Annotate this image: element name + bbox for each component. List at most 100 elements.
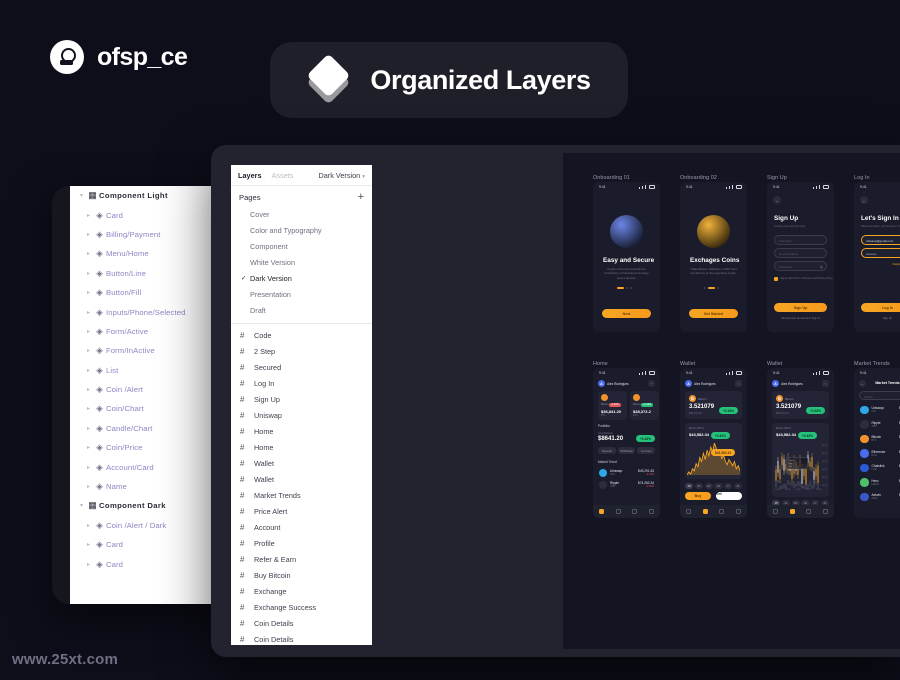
phone-mockup-onboarding[interactable]: 9:41 Exchages Coins Trade Bitcoin, Ethereu… [680, 182, 747, 332]
search-input[interactable]: Search⌕ [859, 391, 900, 400]
market-row-0[interactable]: UniswapUNI$43,291.53-1.72% [856, 404, 900, 416]
nav-chart-icon[interactable] [790, 509, 795, 514]
light-layer-row[interactable]: ▸ ◈ Coin /Alert / Dark [70, 516, 230, 535]
notification-icon[interactable]: ◔ [648, 380, 655, 387]
market-row-4[interactable]: ChainlinkLINK$43,221.67-1.94% [856, 462, 900, 474]
scan-icon[interactable]: ⌁ [735, 380, 742, 387]
disclosure-caret-icon[interactable]: ▸ [84, 367, 93, 374]
light-layer-row[interactable]: ▸ ◈ Coin/Chart [70, 399, 230, 418]
light-layer-row[interactable]: ▸ ◈ Form/Active [70, 322, 230, 341]
disclosure-caret-icon[interactable]: ▸ [84, 425, 93, 432]
bottom-nav[interactable] [680, 505, 747, 518]
range-chip-1M[interactable]: 1M [714, 483, 722, 489]
page-item-2[interactable]: Component [231, 238, 372, 254]
primary-button[interactable]: Log In [861, 303, 900, 312]
disclosure-caret-icon[interactable]: ▾ [77, 192, 86, 199]
version-selector[interactable]: Dark Version ▾ [318, 171, 365, 180]
input-field-1[interactable]: Email Address [774, 248, 827, 258]
page-dot[interactable] [704, 287, 706, 289]
frame-item-17[interactable]: # Exchange Success [231, 599, 372, 615]
frame-item-5[interactable]: # Uniswap [231, 407, 372, 423]
disclosure-caret-icon[interactable]: ▸ [84, 483, 93, 490]
phone-mockup-market[interactable]: 9:41←Market Trends⚙Search⌕UniswapUNI$43,… [854, 368, 900, 518]
page-item-0[interactable]: Cover [231, 206, 372, 222]
phone-mockup-home[interactable]: 9:41 A Alex Rodrigues ◔ Bitcoin -1.62% $36,841… [593, 368, 660, 518]
back-icon[interactable]: ← [773, 196, 781, 204]
range-selector[interactable]: 1H 1D 1W 1M 1Y All [685, 483, 742, 489]
light-layer-row[interactable]: ▸ ◈ Account/Card [70, 457, 230, 476]
frame-item-0[interactable]: # Code [231, 327, 372, 343]
light-layer-row[interactable]: ▸ ◈ Menu/Home [70, 244, 230, 263]
disclosure-caret-icon[interactable]: ▸ [84, 561, 93, 568]
disclosure-caret-icon[interactable]: ▾ [77, 502, 86, 509]
coin-card-0[interactable]: Bitcoin -1.62% $36,841.20 BTC [598, 391, 627, 420]
light-layer-row[interactable]: ▸ ◈ Coin /Alert [70, 380, 230, 399]
nav-profile-icon[interactable] [649, 509, 654, 514]
page-item-3[interactable]: White Version [231, 254, 372, 270]
market-row-1[interactable]: RippleXRP$34,862.34-1.36% [856, 419, 900, 431]
disclosure-caret-icon[interactable]: ▸ [84, 386, 93, 393]
nav-wallet-icon[interactable] [719, 509, 724, 514]
action-chip[interactable]: Withdraw [618, 447, 636, 454]
scan-icon[interactable]: ⌁ [822, 380, 829, 387]
coin-balance-card[interactable]: ₿ Bitcoin 3.521079 $36,341.20 +2.43% [772, 391, 829, 419]
page-dots[interactable] [617, 287, 632, 289]
frame-item-19[interactable]: # Coin Details [231, 631, 372, 645]
page-item-5[interactable]: Presentation [231, 286, 372, 302]
primary-button[interactable]: Sell [716, 492, 742, 500]
nav-home-icon[interactable] [773, 509, 778, 514]
nav-wallet-icon[interactable] [632, 509, 637, 514]
frame-item-6[interactable]: # Home [231, 423, 372, 439]
primary-button[interactable]: Get Started [689, 309, 738, 318]
market-row-6[interactable]: AelwinAEW$43,391.13-1.88% [856, 491, 900, 503]
light-layer-row[interactable]: ▸ ◈ List [70, 361, 230, 380]
disclosure-caret-icon[interactable]: ▸ [84, 309, 93, 316]
range-chip-1D[interactable]: 1D [695, 483, 703, 489]
primary-button[interactable]: Sign Up [774, 303, 827, 312]
primary-button[interactable]: Next [602, 309, 651, 318]
plus-icon[interactable]: + [358, 192, 364, 203]
disclosure-caret-icon[interactable]: ▸ [84, 444, 93, 451]
bottom-nav[interactable] [767, 505, 834, 518]
market-row-5[interactable]: HeroHERO$36,582.18-1.32% [856, 477, 900, 489]
light-layer-row[interactable]: ▸ ◈ Card [70, 554, 230, 573]
range-chip-1H[interactable]: 1H [685, 483, 693, 489]
light-layer-row[interactable]: ▸ ◈ Name [70, 477, 230, 496]
disclosure-caret-icon[interactable]: ▸ [84, 212, 93, 219]
page-item-4[interactable]: ✓ Dark Version [231, 270, 372, 286]
disclosure-caret-icon[interactable]: ▸ [84, 464, 93, 471]
light-layer-row[interactable]: ▸ ◈ Candle/Chart [70, 419, 230, 438]
frame-item-4[interactable]: # Sign Up [231, 391, 372, 407]
frame-item-13[interactable]: # Profile [231, 535, 372, 551]
coin-balance-card[interactable]: ₿ Bitcoin 3.521079 $36,341.20 +2.43% [685, 391, 742, 419]
bottom-nav[interactable] [593, 505, 660, 518]
disclosure-caret-icon[interactable]: ▸ [84, 270, 93, 277]
disclosure-caret-icon[interactable]: ▸ [84, 328, 93, 335]
page-dot[interactable] [630, 287, 632, 289]
page-dots[interactable] [704, 287, 719, 289]
disclosure-caret-icon[interactable]: ▸ [84, 541, 93, 548]
market-row-2[interactable]: BitcoinBTC$36,363.73+1.46% [856, 433, 900, 445]
phone-mockup-signup[interactable]: 9:41 ← Sign Up Create your account now Full … [767, 182, 834, 332]
frame-item-14[interactable]: # Refer & Earn [231, 551, 372, 567]
page-dot[interactable] [717, 287, 719, 289]
nav-wallet-icon[interactable] [806, 509, 811, 514]
frame-item-11[interactable]: # Price Alert [231, 503, 372, 519]
action-chip[interactable]: Deposit [598, 447, 616, 454]
nav-home-icon[interactable] [599, 509, 604, 514]
nav-profile-icon[interactable] [823, 509, 828, 514]
tab-assets[interactable]: Assets [272, 171, 294, 180]
forgot-password-link[interactable]: Forgot Password? [892, 263, 900, 266]
input-field-1[interactable]: ••••••••••◎ [861, 248, 900, 258]
page-dot[interactable] [708, 287, 715, 289]
input-field-0[interactable]: Full Name [774, 235, 827, 245]
market-row-1[interactable]: Ripple XRP $74,262.34 -1.36% [595, 479, 658, 490]
frame-item-18[interactable]: # Coin Details [231, 615, 372, 631]
frame-item-8[interactable]: # Wallet [231, 455, 372, 471]
action-chip[interactable]: Convert [637, 447, 655, 454]
market-row-0[interactable]: UniswapUNI$43,291.53-1.72% [595, 467, 658, 478]
range-chip-1Y[interactable]: 1Y [724, 483, 732, 489]
terms-checkbox-row[interactable]: I agree with Terms of Service and Privac… [774, 277, 833, 281]
page-item-6[interactable]: Draft [231, 302, 372, 318]
frame-item-16[interactable]: # Exchange [231, 583, 372, 599]
